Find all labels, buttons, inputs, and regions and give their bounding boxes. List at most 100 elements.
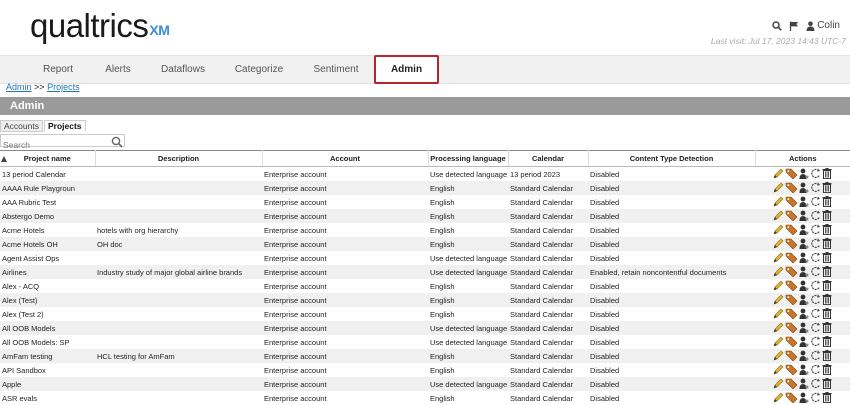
- column-header-description[interactable]: Description: [95, 151, 262, 167]
- column-header-processing-language[interactable]: Processing language: [428, 151, 508, 167]
- refresh-icon[interactable]: [810, 266, 821, 277]
- tags-icon[interactable]: [785, 168, 798, 179]
- table-row[interactable]: Alex (Test 2)Enterprise accountEnglishSt…: [0, 307, 850, 321]
- refresh-icon[interactable]: [810, 238, 821, 249]
- tags-icon[interactable]: [785, 224, 798, 235]
- trash-icon[interactable]: [822, 238, 832, 249]
- table-row[interactable]: AppleEnterprise accountUse detected lang…: [0, 377, 850, 391]
- table-row[interactable]: Acme Hotels OHOH docEnterprise accountEn…: [0, 237, 850, 251]
- table-row[interactable]: AAAA Rule PlaygrounEnterprise accountEng…: [0, 181, 850, 195]
- tags-icon[interactable]: [785, 350, 798, 361]
- search-input[interactable]: [1, 140, 108, 151]
- trash-icon[interactable]: [822, 280, 832, 291]
- subtab-accounts[interactable]: Accounts: [0, 120, 43, 132]
- refresh-icon[interactable]: [810, 378, 821, 389]
- trash-icon[interactable]: [822, 210, 832, 221]
- user-icon[interactable]: [799, 280, 809, 291]
- pencil-icon[interactable]: [773, 378, 784, 389]
- refresh-icon[interactable]: [810, 196, 821, 207]
- tags-icon[interactable]: [785, 364, 798, 375]
- refresh-icon[interactable]: [810, 364, 821, 375]
- trash-icon[interactable]: [822, 322, 832, 333]
- table-row[interactable]: Alex (Test)Enterprise accountEnglishStan…: [0, 293, 850, 307]
- pencil-icon[interactable]: [773, 350, 784, 361]
- trash-icon[interactable]: [822, 308, 832, 319]
- trash-icon[interactable]: [822, 364, 832, 375]
- tags-icon[interactable]: [785, 280, 798, 291]
- tab-sentiment[interactable]: Sentiment: [310, 56, 362, 83]
- refresh-icon[interactable]: [810, 322, 821, 333]
- trash-icon[interactable]: [822, 252, 832, 263]
- refresh-icon[interactable]: [810, 280, 821, 291]
- user-icon[interactable]: [799, 308, 809, 319]
- pencil-icon[interactable]: [773, 308, 784, 319]
- tab-report[interactable]: Report: [38, 56, 78, 83]
- tags-icon[interactable]: [785, 196, 798, 207]
- user-icon[interactable]: [799, 294, 809, 305]
- pencil-icon[interactable]: [773, 322, 784, 333]
- pencil-icon[interactable]: [773, 238, 784, 249]
- trash-icon[interactable]: [822, 224, 832, 235]
- trash-icon[interactable]: [822, 182, 832, 193]
- tags-icon[interactable]: [785, 294, 798, 305]
- trash-icon[interactable]: [822, 196, 832, 207]
- subtab-projects[interactable]: Projects: [44, 120, 86, 132]
- pencil-icon[interactable]: [773, 196, 784, 207]
- refresh-icon[interactable]: [810, 350, 821, 361]
- breadcrumb-projects-link[interactable]: Projects: [47, 82, 80, 92]
- tab-admin[interactable]: Admin: [374, 55, 439, 84]
- pencil-icon[interactable]: [773, 182, 784, 193]
- pencil-icon[interactable]: [773, 294, 784, 305]
- trash-icon[interactable]: [822, 350, 832, 361]
- user-icon[interactable]: [799, 210, 809, 221]
- refresh-icon[interactable]: [810, 210, 821, 221]
- refresh-icon[interactable]: [810, 336, 821, 347]
- refresh-icon[interactable]: [810, 168, 821, 179]
- refresh-icon[interactable]: [810, 252, 821, 263]
- pencil-icon[interactable]: [773, 364, 784, 375]
- user-icon[interactable]: [799, 182, 809, 193]
- pencil-icon[interactable]: [773, 266, 784, 277]
- qualtrics-logo[interactable]: qualtricsXM: [30, 6, 169, 46]
- user-icon[interactable]: [799, 196, 809, 207]
- user-menu[interactable]: Colin: [806, 20, 840, 31]
- pencil-icon[interactable]: [773, 224, 784, 235]
- column-header-account[interactable]: Account: [262, 151, 428, 167]
- refresh-icon[interactable]: [810, 308, 821, 319]
- table-row[interactable]: API SandboxEnterprise accountEnglishStan…: [0, 363, 850, 377]
- tags-icon[interactable]: [785, 252, 798, 263]
- pencil-icon[interactable]: [773, 336, 784, 347]
- pencil-icon[interactable]: [773, 252, 784, 263]
- pencil-icon[interactable]: [773, 210, 784, 221]
- breadcrumb-admin-link[interactable]: Admin: [6, 82, 32, 92]
- tags-icon[interactable]: [785, 266, 798, 277]
- column-header-content-type-detection[interactable]: Content Type Detection: [588, 151, 755, 167]
- table-row[interactable]: AirlinesIndustry study of major global a…: [0, 265, 850, 279]
- column-header-project-name[interactable]: Project name: [0, 151, 95, 167]
- tags-icon[interactable]: [785, 322, 798, 333]
- pencil-icon[interactable]: [773, 168, 784, 179]
- table-row[interactable]: Alex - ACQEnterprise accountEnglishStand…: [0, 279, 850, 293]
- user-icon[interactable]: [799, 364, 809, 375]
- tags-icon[interactable]: [785, 336, 798, 347]
- user-icon[interactable]: [799, 336, 809, 347]
- user-icon[interactable]: [799, 224, 809, 235]
- tags-icon[interactable]: [785, 210, 798, 221]
- table-row[interactable]: 13 period CalendarEnterprise accountUse …: [0, 167, 850, 182]
- table-row[interactable]: All OOB ModelsEnterprise accountUse dete…: [0, 321, 850, 335]
- user-icon[interactable]: [799, 168, 809, 179]
- tab-dataflows[interactable]: Dataflows: [157, 56, 209, 83]
- table-row[interactable]: AmFam testingHCL testing for AmFamEnterp…: [0, 349, 850, 363]
- refresh-icon[interactable]: [810, 224, 821, 235]
- refresh-icon[interactable]: [810, 182, 821, 193]
- trash-icon[interactable]: [822, 336, 832, 347]
- user-icon[interactable]: [799, 266, 809, 277]
- table-row[interactable]: Acme Hotelshotels with org hierarchyEnte…: [0, 223, 850, 237]
- user-icon[interactable]: [799, 238, 809, 249]
- table-row[interactable]: ASR evalsEnterprise accountEnglishStanda…: [0, 391, 850, 405]
- pencil-icon[interactable]: [773, 280, 784, 291]
- user-icon[interactable]: [799, 252, 809, 263]
- user-icon[interactable]: [799, 350, 809, 361]
- tags-icon[interactable]: [785, 378, 798, 389]
- user-icon[interactable]: [799, 378, 809, 389]
